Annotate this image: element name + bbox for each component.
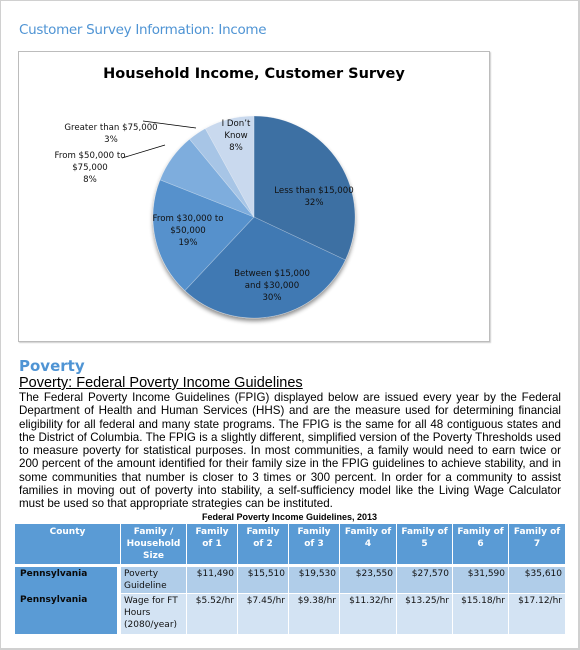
poverty-paragraph: The Federal Poverty Income Guidelines (F… [19,391,561,511]
county-cell: Pennsylvania [15,593,120,634]
pie-slice-label: Greater than $75,000 3% [64,123,157,145]
header-family-of-1: Family of 1 [187,524,237,567]
value-cell: $11,490 [187,567,237,593]
value-cell: $35,610 [509,567,565,593]
poverty-subheading: Poverty: Federal Poverty Income Guidelin… [19,375,303,391]
leader-line [121,144,166,159]
header-family-of-5: Family of 5 [397,524,452,567]
value-cell: $27,570 [397,567,452,593]
value-cell: $7.45/hr [238,593,288,634]
value-cell: $15.18/hr [453,593,508,634]
value-cell: $19,530 [289,567,339,593]
value-cell: $5.52/hr [187,593,237,634]
poverty-heading: Poverty [19,357,85,375]
pie-slice-label: From $50,000 to $75,000 8% [55,151,126,185]
pie-chart-svg: Household Income, Customer Survey Less t… [55,66,405,319]
table-row: Pennsylvania Poverty Guideline $11,490 $… [15,567,565,593]
header-family-of-7: Family of 7 [509,524,565,567]
row-label-cell: Wage for FT Hours (2080/year) [121,593,186,634]
table-row: Pennsylvania Wage for FT Hours (2080/yea… [15,593,565,634]
value-cell: $13.25/hr [397,593,452,634]
value-cell: $11.32/hr [340,593,396,634]
value-cell: $15,510 [238,567,288,593]
header-household-size: Family / Household Size [121,524,186,567]
section-title: Customer Survey Information: Income [19,22,267,38]
pie-chart: Household Income, Customer Survey Less t… [18,51,490,342]
fpig-table: County Family / Household Size Family of… [14,524,566,634]
value-cell: $9.38/hr [289,593,339,634]
header-family-of-2: Family of 2 [238,524,288,567]
chart-title: Household Income, Customer Survey [103,66,405,82]
value-cell: $17.12/hr [509,593,565,634]
county-cell: Pennsylvania [15,567,120,593]
header-family-of-3: Family of 3 [289,524,339,567]
header-family-of-6: Family of 6 [453,524,508,567]
header-county: County [15,524,120,567]
value-cell: $31,590 [453,567,508,593]
header-family-of-4: Family of 4 [340,524,396,567]
value-cell: $23,550 [340,567,396,593]
row-label-cell: Poverty Guideline [121,567,186,593]
table-header-row: County Family / Household Size Family of… [15,524,565,567]
table-caption: Federal Poverty Income Guidelines, 2013 [201,512,378,522]
